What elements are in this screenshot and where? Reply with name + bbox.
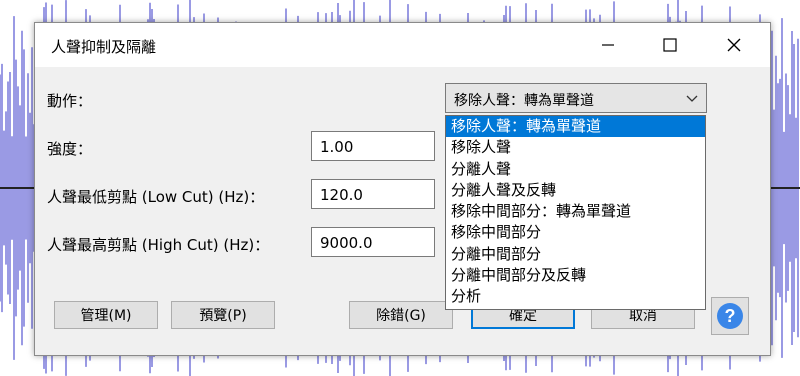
close-icon — [727, 38, 741, 52]
dropdown-option[interactable]: 移除人聲 — [446, 137, 705, 158]
low-cut-label: 人聲最低剪點 (Low Cut) (Hz)： — [47, 188, 265, 206]
action-select[interactable]: 移除人聲：轉為單聲道 — [445, 83, 707, 113]
strength-input[interactable]: 1.00 — [311, 131, 435, 161]
maximize-icon — [663, 38, 677, 52]
debug-button[interactable]: 除錯(G) — [349, 301, 453, 329]
minimize-button[interactable] — [585, 23, 631, 67]
dropdown-option[interactable]: 分析 — [446, 286, 705, 307]
dropdown-option[interactable]: 移除中間部分 — [446, 222, 705, 243]
preview-button[interactable]: 預覽(P) — [171, 301, 275, 329]
close-button[interactable] — [711, 23, 757, 67]
dropdown-option[interactable]: 分離中間部分及反轉 — [446, 265, 705, 286]
help-icon: ? — [717, 303, 743, 329]
dropdown-option[interactable]: 分離人聲及反轉 — [446, 180, 705, 201]
help-button[interactable]: ? — [711, 297, 749, 335]
manage-button[interactable]: 管理(M) — [54, 301, 158, 329]
high-cut-label: 人聲最高剪點 (High Cut) (Hz)： — [47, 236, 270, 254]
high-cut-input[interactable]: 9000.0 — [311, 227, 435, 257]
title-bar: 人聲抑制及隔離 — [35, 23, 770, 67]
action-dropdown-list[interactable]: 移除人聲：轉為單聲道 移除人聲 分離人聲 分離人聲及反轉 移除中間部分：轉為單聲… — [445, 115, 706, 310]
minimize-icon — [602, 44, 614, 46]
dialog-title: 人聲抑制及隔離 — [51, 38, 157, 56]
action-label: 動作： — [47, 92, 93, 110]
strength-label: 強度： — [47, 140, 93, 158]
maximize-button[interactable] — [647, 23, 693, 67]
low-cut-input[interactable]: 120.0 — [311, 179, 435, 209]
dropdown-option[interactable]: 移除人聲：轉為單聲道 — [446, 116, 705, 138]
dropdown-option[interactable]: 移除中間部分：轉為單聲道 — [446, 201, 705, 222]
chevron-down-icon — [686, 95, 698, 102]
dropdown-option[interactable]: 分離人聲 — [446, 159, 705, 180]
action-select-value: 移除人聲：轉為單聲道 — [454, 93, 594, 109]
dropdown-option[interactable]: 分離中間部分 — [446, 244, 705, 265]
